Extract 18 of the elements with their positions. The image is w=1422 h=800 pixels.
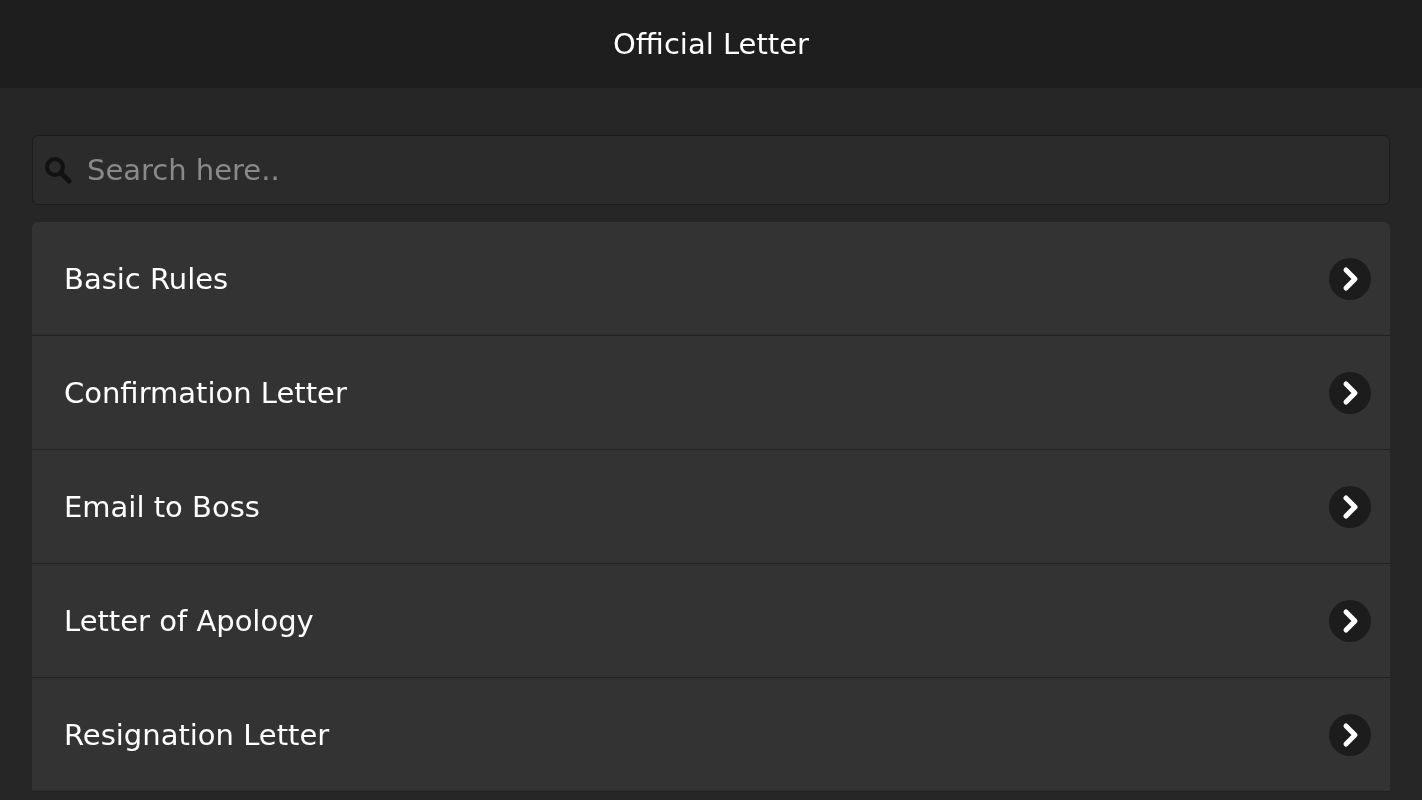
chevron-icon	[1329, 599, 1371, 642]
search-icon	[44, 156, 72, 184]
list-item[interactable]: Letter of Apology	[32, 564, 1390, 678]
search-field[interactable]: Search here..	[32, 135, 1390, 205]
list-item[interactable]: Resignation Letter	[32, 678, 1390, 792]
item-label: Email to Boss	[64, 489, 260, 524]
list-item[interactable]: Email to Boss	[32, 450, 1390, 564]
item-label: Letter of Apology	[64, 603, 314, 638]
chevron-icon	[1329, 257, 1371, 300]
item-label: Resignation Letter	[64, 717, 330, 752]
chevron-icon	[1329, 371, 1371, 414]
list-item[interactable]: Confirmation Letter	[32, 336, 1390, 450]
item-label: Confirmation Letter	[64, 375, 347, 410]
chevron-icon	[1329, 485, 1371, 528]
chevron-icon	[1329, 713, 1371, 756]
app-title: Official Letter	[613, 27, 809, 61]
list-item[interactable]: Basic Rules	[32, 222, 1390, 336]
item-label: Basic Rules	[64, 261, 229, 296]
